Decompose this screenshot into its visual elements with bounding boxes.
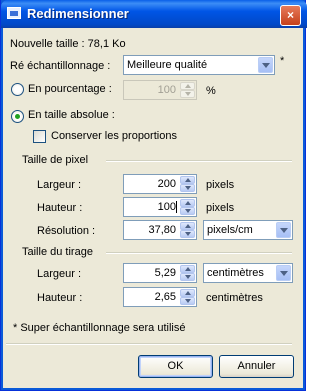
- spin-up-icon[interactable]: [180, 176, 195, 184]
- resampling-select[interactable]: Meilleure qualité: [123, 55, 275, 75]
- keep-ratio-label[interactable]: Conserver les proportions: [51, 130, 177, 142]
- print-width-stepper[interactable]: [180, 265, 195, 281]
- keep-ratio-checkbox[interactable]: [33, 130, 46, 143]
- resampling-note-mark: *: [280, 55, 285, 67]
- pixel-height-unit: pixels: [206, 202, 235, 214]
- pixel-height-label: Hauteur :: [37, 202, 83, 214]
- pixel-width-stepper[interactable]: [180, 176, 195, 192]
- spin-down-icon[interactable]: [180, 90, 195, 98]
- resolution-label: Résolution :: [37, 225, 96, 237]
- divider: [6, 343, 292, 345]
- spin-down-icon[interactable]: [180, 230, 195, 238]
- resolution-unit-value: pixels/cm: [207, 224, 253, 236]
- print-size-section-title: Taille du tirage: [22, 246, 93, 258]
- percentage-input[interactable]: 100: [123, 80, 197, 100]
- footnote: * Super échantillonnage sera utilisé: [13, 322, 186, 334]
- close-icon: ×: [286, 8, 294, 22]
- print-height-value: 2,65: [154, 291, 176, 303]
- spin-down-icon[interactable]: [180, 297, 195, 305]
- resolution-stepper[interactable]: [180, 222, 195, 238]
- divider: [106, 252, 292, 254]
- cancel-button[interactable]: Annuler: [219, 355, 294, 378]
- chevron-down-icon[interactable]: [258, 57, 273, 73]
- window-title: Redimensionner: [27, 6, 129, 21]
- window-icon: [7, 7, 21, 19]
- title-bar[interactable]: Redimensionner ×: [1, 0, 307, 28]
- absolute-size-radio[interactable]: [11, 110, 24, 123]
- print-height-label: Hauteur :: [37, 292, 83, 304]
- close-button[interactable]: ×: [280, 5, 301, 26]
- pixel-width-label: Largeur :: [37, 179, 82, 191]
- resolution-unit-select[interactable]: pixels/cm: [203, 220, 293, 240]
- resolution-input[interactable]: 37,80: [123, 220, 197, 240]
- percentage-stepper[interactable]: [180, 82, 195, 98]
- print-width-label: Largeur :: [37, 268, 82, 280]
- percentage-value: 100: [157, 84, 176, 96]
- pixel-width-input[interactable]: 200: [123, 174, 197, 194]
- pixel-height-input[interactable]: 100: [123, 197, 197, 217]
- resampling-value: Meilleure qualité: [127, 59, 208, 71]
- chevron-down-icon[interactable]: [276, 222, 291, 238]
- spin-down-icon[interactable]: [180, 207, 195, 215]
- spin-down-icon[interactable]: [180, 273, 195, 281]
- spin-up-icon[interactable]: [180, 222, 195, 230]
- percentage-radio[interactable]: [11, 83, 24, 96]
- new-size-label: Nouvelle taille : 78,1 Ko: [10, 38, 126, 50]
- divider: [106, 160, 292, 162]
- print-height-input[interactable]: 2,65: [123, 287, 197, 307]
- spin-down-icon[interactable]: [180, 184, 195, 192]
- pixel-size-section-title: Taille de pixel: [22, 154, 89, 166]
- resolution-value: 37,80: [148, 224, 176, 236]
- dialog-content: Nouvelle taille : 78,1 Ko Ré échantillon…: [4, 28, 304, 388]
- spin-up-icon[interactable]: [180, 289, 195, 297]
- pixel-width-unit: pixels: [206, 179, 235, 191]
- percentage-label[interactable]: En pourcentage :: [28, 83, 112, 95]
- absolute-size-label[interactable]: En taille absolue :: [28, 109, 115, 121]
- print-height-stepper[interactable]: [180, 289, 195, 305]
- resize-dialog: Redimensionner × Nouvelle taille : 78,1 …: [0, 0, 307, 391]
- resampling-label: Ré échantillonnage :: [10, 60, 111, 72]
- pixel-height-value: 100: [157, 201, 176, 213]
- print-width-value: 5,29: [154, 267, 176, 279]
- chevron-down-icon[interactable]: [276, 265, 291, 281]
- pixel-width-value: 200: [157, 178, 176, 190]
- spin-up-icon[interactable]: [180, 265, 195, 273]
- text-cursor: [176, 201, 177, 213]
- print-width-unit: centimètres: [207, 267, 264, 279]
- print-height-unit: centimètres: [206, 292, 263, 304]
- pixel-height-stepper[interactable]: [180, 199, 195, 215]
- spin-up-icon[interactable]: [180, 199, 195, 207]
- spin-up-icon[interactable]: [180, 82, 195, 90]
- ok-button[interactable]: OK: [138, 355, 213, 378]
- print-width-input[interactable]: 5,29: [123, 263, 197, 283]
- print-unit-select[interactable]: centimètres: [203, 263, 293, 283]
- percentage-unit: %: [206, 85, 216, 97]
